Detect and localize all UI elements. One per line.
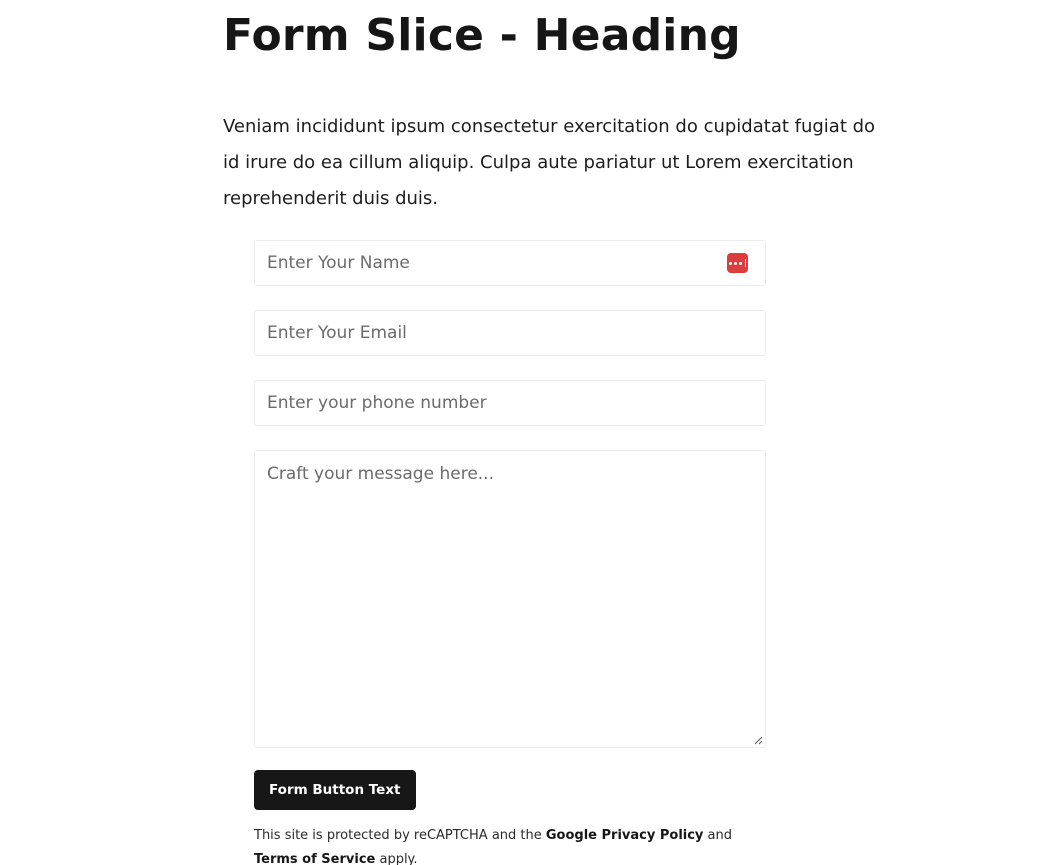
message-field-wrapper: [254, 450, 766, 748]
recaptcha-notice: This site is protected by reCAPTCHA and …: [254, 824, 754, 865]
name-input[interactable]: [255, 241, 765, 285]
recaptcha-suffix: apply.: [375, 852, 418, 865]
phone-field-wrapper: [254, 380, 766, 426]
recaptcha-prefix: This site is protected by reCAPTCHA and …: [254, 828, 546, 843]
terms-of-service-link[interactable]: Terms of Service: [254, 852, 375, 865]
message-textarea[interactable]: [255, 451, 765, 747]
email-input[interactable]: [255, 311, 765, 355]
resize-grip-icon[interactable]: [754, 736, 763, 745]
submit-button[interactable]: Form Button Text: [254, 770, 416, 810]
page-heading: Form Slice - Heading: [223, 10, 741, 61]
page: Form Slice - Heading Veniam incididunt i…: [0, 0, 1049, 865]
privacy-policy-link[interactable]: Google Privacy Policy: [546, 828, 704, 843]
intro-paragraph: Veniam incididunt ipsum consectetur exer…: [223, 116, 876, 209]
email-field-wrapper: [254, 310, 766, 356]
password-manager-icon[interactable]: [727, 253, 748, 273]
recaptcha-middle: and: [703, 828, 733, 843]
name-field-wrapper: [254, 240, 766, 286]
phone-input[interactable]: [255, 381, 765, 425]
contact-form: Form Button Text This site is protected …: [254, 240, 766, 865]
